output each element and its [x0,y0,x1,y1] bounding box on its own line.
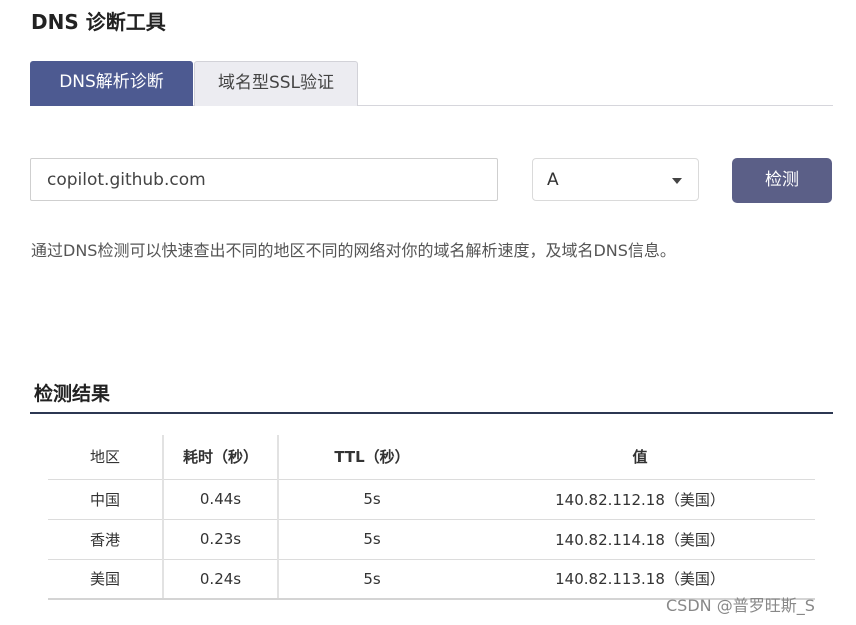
cell-time: 0.23s [163,519,279,560]
header-ttl: TTL（秒） [278,435,465,480]
cell-region: 美国 [48,559,164,600]
header-value: 值 [465,435,815,480]
domain-input[interactable] [30,158,498,201]
description-text: 通过DNS检测可以快速查出不同的地区不同的网络对你的域名解析速度，及域名DNS信… [31,241,676,260]
table-header-row: 地区 耗时（秒） TTL（秒） 值 [48,435,815,480]
check-button[interactable]: 检测 [732,158,832,203]
results-table: 地区 耗时（秒） TTL（秒） 值 中国 0.44s 5s 140.82.112… [48,435,815,600]
watermark: CSDN @普罗旺斯_S [666,596,815,615]
tab-bar: DNS解析诊断 域名型SSL验证 [30,61,833,106]
cell-time: 0.44s [163,479,279,520]
cell-ttl: 5s [278,519,465,560]
header-region: 地区 [48,435,164,480]
record-type-select[interactable]: A [532,158,699,201]
cell-region: 香港 [48,519,164,560]
caret-down-icon [672,178,682,184]
tab-dns-diagnosis[interactable]: DNS解析诊断 [30,61,193,106]
table-row: 香港 0.23s 5s 140.82.114.18（美国） [48,519,815,560]
cell-ttl: 5s [278,559,465,600]
record-type-value: A [547,170,559,190]
cell-value: 140.82.113.18（美国） [465,559,815,600]
cell-time: 0.24s [163,559,279,600]
header-time: 耗时（秒） [163,435,279,480]
cell-value: 140.82.114.18（美国） [465,519,815,560]
results-title: 检测结果 [34,383,111,405]
table-row: 美国 0.24s 5s 140.82.113.18（美国） [48,559,815,600]
tab-ssl-verification[interactable]: 域名型SSL验证 [194,61,358,106]
cell-region: 中国 [48,479,164,520]
results-divider [30,412,833,414]
table-row: 中国 0.44s 5s 140.82.112.18（美国） [48,479,815,520]
cell-ttl: 5s [278,479,465,520]
page-title: DNS 诊断工具 [31,10,166,34]
cell-value: 140.82.112.18（美国） [465,479,815,520]
